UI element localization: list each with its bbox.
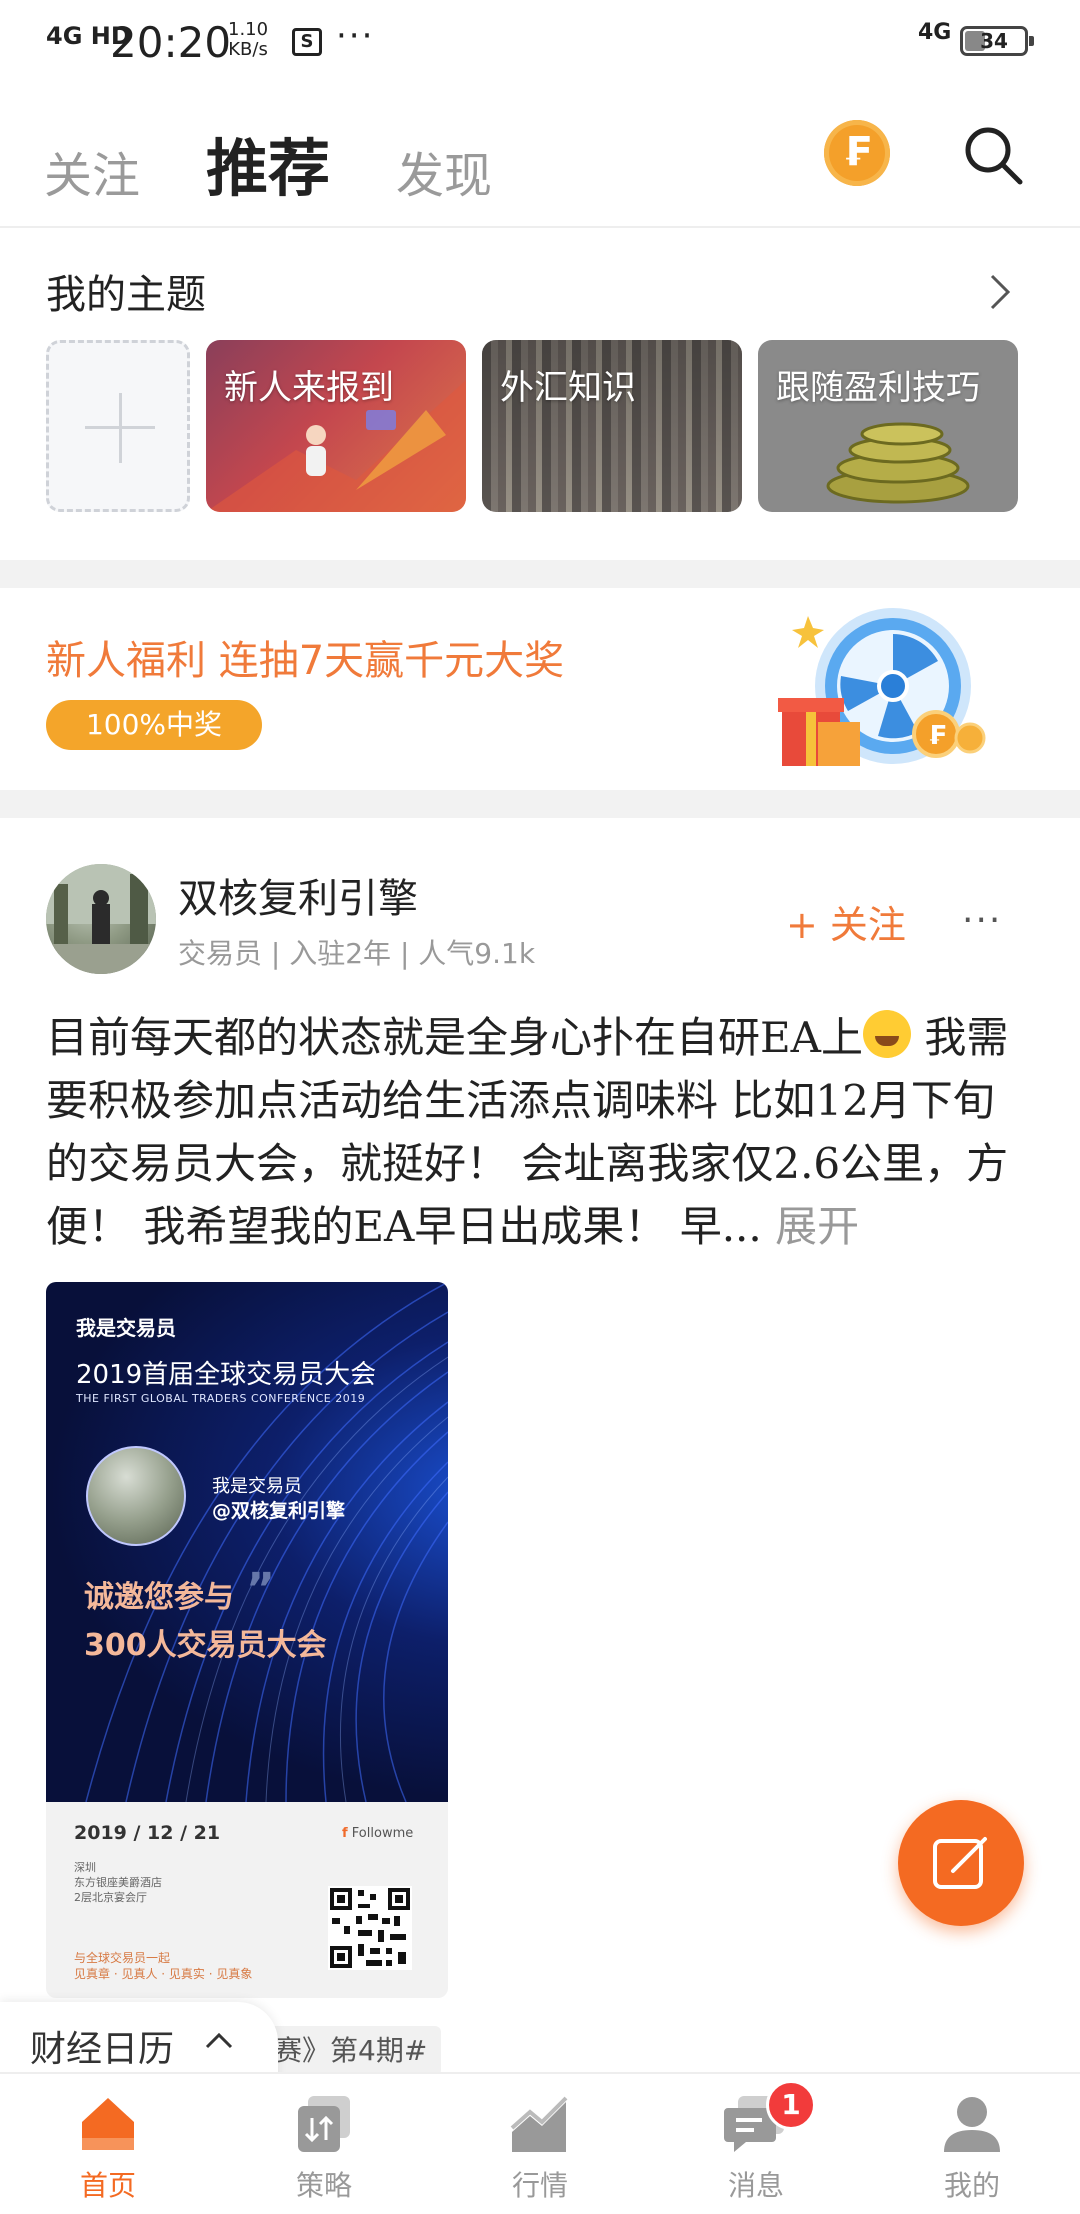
topic-label: 外汇知识: [500, 368, 636, 408]
topic-tile-forex-knowledge[interactable]: 外汇知识: [482, 340, 742, 512]
unread-badge: 1: [766, 2080, 816, 2130]
strategy-icon: [292, 2092, 356, 2156]
nav-strategy[interactable]: 策略: [254, 2092, 394, 2204]
more-options-icon[interactable]: ···: [962, 900, 1002, 941]
message-icon: 1: [724, 2080, 816, 2156]
finance-calendar-label: 财经日历: [30, 2029, 175, 2070]
section-gap: [0, 560, 1080, 588]
topic-tile-follow-tips[interactable]: 跟随盈利技巧: [758, 340, 1018, 512]
chart-icon: [508, 2092, 572, 2156]
post-image[interactable]: 我是交易员 2019首届全球交易员大会 THE FIRST GLOBAL TRA…: [46, 1282, 448, 1998]
topic-tag[interactable]: 赛》第4期#: [260, 2026, 442, 2076]
chevron-up-icon: [205, 2032, 233, 2049]
home-icon: [76, 2092, 140, 2156]
bottom-nav: 首页 策略 行情 1 消息 我的: [0, 2072, 1080, 2214]
svg-text:₣: ₣: [928, 721, 946, 751]
section-gap: [0, 790, 1080, 818]
poster-avatar: [86, 1446, 186, 1546]
battery-icon: 34: [960, 26, 1034, 56]
poster-venue: 深圳 东方银座美爵酒店 2层北京宴会厅: [74, 1861, 162, 1904]
sweat-smile-emoji-icon: [863, 1010, 911, 1058]
network-type: 4G: [918, 20, 952, 45]
coins-icon: [826, 422, 970, 504]
nav-messages[interactable]: 1 消息: [686, 2080, 826, 2204]
followme-logo: f Followme: [342, 1826, 414, 1841]
author-avatar[interactable]: [46, 864, 156, 974]
poster-line2: @双核复利引擎: [212, 1500, 346, 1522]
network-speed: 1.10 KB/s: [228, 19, 269, 60]
my-topics-title: 我的主题: [46, 272, 206, 318]
poster-subtitle: THE FIRST GLOBAL TRADERS CONFERENCE 2019: [76, 1392, 366, 1405]
topic-label: 跟随盈利技巧: [776, 368, 980, 408]
search-icon[interactable]: [962, 124, 1024, 186]
edit-icon: [933, 1837, 987, 1889]
poster-logo: 我是交易员: [76, 1316, 176, 1340]
expand-link[interactable]: 展开: [775, 1202, 859, 1251]
s-app-icon: S: [292, 28, 322, 56]
battery-level: 34: [980, 29, 1008, 53]
topic-tile-newcomer[interactable]: 新人来报到: [206, 340, 466, 512]
chevron-right-icon[interactable]: [988, 272, 1012, 312]
topic-label: 新人来报到: [224, 368, 394, 408]
coin-icon[interactable]: ₣: [824, 120, 890, 186]
more-notifications-icon: ···: [336, 16, 375, 56]
quote-icon: ”: [246, 1564, 275, 1615]
follow-button[interactable]: + 关注: [786, 894, 906, 949]
header-divider: [0, 226, 1080, 228]
tab-following[interactable]: 关注: [44, 136, 140, 206]
poster-invite2: 300人交易员大会: [84, 1628, 327, 1663]
poster-title: 2019首届全球交易员大会: [76, 1360, 377, 1390]
banner-title: 新人福利 连抽7天赢千元大奖: [46, 638, 565, 684]
nav-home[interactable]: 首页: [38, 2092, 178, 2204]
clock: 20:20: [110, 18, 232, 67]
author-name[interactable]: 双核复利引擎: [178, 866, 418, 924]
banner-pill[interactable]: 100%中奖: [46, 700, 262, 750]
lucky-wheel-icon: ₣: [778, 608, 986, 766]
profile-icon: [940, 2092, 1004, 2156]
post-content[interactable]: 目前每天都的状态就是全身心扑在自研EA上 我需要积极参加点活动给生活添点调味料 …: [46, 1006, 1036, 1258]
tab-discover[interactable]: 发现: [396, 136, 492, 206]
add-topic-button[interactable]: [46, 340, 190, 512]
compose-button[interactable]: [898, 1800, 1024, 1926]
qr-code-icon: [328, 1886, 412, 1970]
nav-market[interactable]: 行情: [470, 2092, 610, 2204]
poster-date: 2019 / 12 / 21: [74, 1822, 221, 1844]
author-meta: 交易员 | 入驻2年 | 人气9.1k: [178, 937, 536, 970]
poster-line1: 我是交易员: [212, 1476, 302, 1497]
status-bar: 4G HD 20:20 1.10 KB/s S ··· 4G 34: [0, 0, 1080, 84]
nav-profile[interactable]: 我的: [902, 2092, 1042, 2204]
poster-invite1: 诚邀您参与: [84, 1580, 234, 1615]
poster-slogan: 与全球交易员一起 见真章 · 见真人 · 见真实 · 见真象: [74, 1951, 253, 1981]
tab-recommended[interactable]: 推荐: [206, 118, 330, 208]
